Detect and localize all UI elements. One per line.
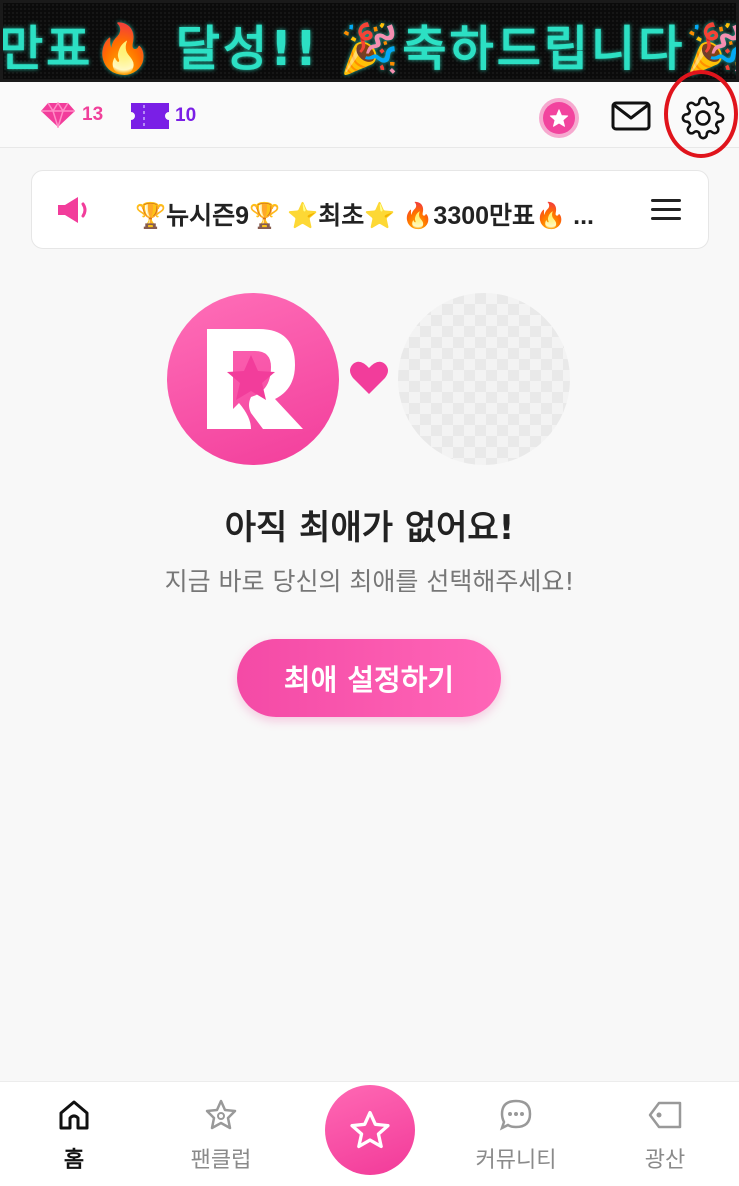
gem-count: 13	[82, 104, 104, 125]
nav-fanclub-label: 팬클럽	[190, 1148, 252, 1173]
nav-home-label: 홈	[63, 1148, 85, 1173]
tag-icon	[648, 1101, 682, 1129]
led-banner-text: 만표🔥 달성!! 🎉축하드립니다🎉	[0, 21, 739, 77]
star-badge	[543, 102, 575, 134]
r-star-logo-icon	[207, 329, 303, 429]
empty-state-subtitle: 지금 바로 당신의 최애를 선택해주세요!	[164, 567, 575, 596]
led-banner: 만표🔥 달성!! 🎉축하드립니다🎉	[0, 0, 739, 82]
notice-text: 🏆뉴시즌9🏆 ⭐최초⭐ 🔥3300만표🔥 ...	[135, 202, 594, 230]
gem-icon	[41, 102, 75, 128]
star-icon	[350, 1110, 390, 1149]
top-header: 13 10	[0, 82, 739, 148]
ticket-icon	[131, 103, 169, 129]
ticket-balance[interactable]: 10	[130, 101, 196, 131]
nav-mine[interactable]: 광산	[610, 1098, 720, 1174]
notice-bar[interactable]: 🏆뉴시즌9🏆 ⭐최초⭐ 🔥3300만표🔥 ...	[31, 170, 709, 249]
nav-community[interactable]: 커뮤니티	[461, 1098, 571, 1174]
ticket-count: 10	[175, 105, 197, 126]
app-logo	[167, 293, 339, 465]
empty-favorite-placeholder	[398, 293, 570, 465]
nav-center-star-button[interactable]	[325, 1085, 415, 1175]
favorite-star-button[interactable]	[539, 98, 579, 138]
mail-icon[interactable]	[611, 100, 651, 132]
nav-mine-label: 광산	[644, 1148, 686, 1173]
settings-highlight-circle	[664, 70, 738, 158]
heart-icon	[350, 361, 388, 394]
chat-bubble-icon	[499, 1099, 532, 1131]
empty-state-title: 아직 최애가 없어요!	[224, 508, 515, 548]
hamburger-menu-icon[interactable]	[650, 197, 682, 223]
home-icon	[59, 1100, 89, 1130]
set-favorite-button[interactable]: 최애 설정하기	[237, 639, 501, 717]
fanclub-star-icon	[205, 1099, 237, 1130]
megaphone-icon	[58, 197, 87, 223]
star-icon	[549, 109, 569, 127]
nav-fanclub[interactable]: 팬클럽	[166, 1098, 276, 1174]
nav-community-label: 커뮤니티	[475, 1148, 557, 1173]
nav-home[interactable]: 홈	[19, 1098, 129, 1174]
gem-balance[interactable]: 13	[40, 102, 103, 128]
